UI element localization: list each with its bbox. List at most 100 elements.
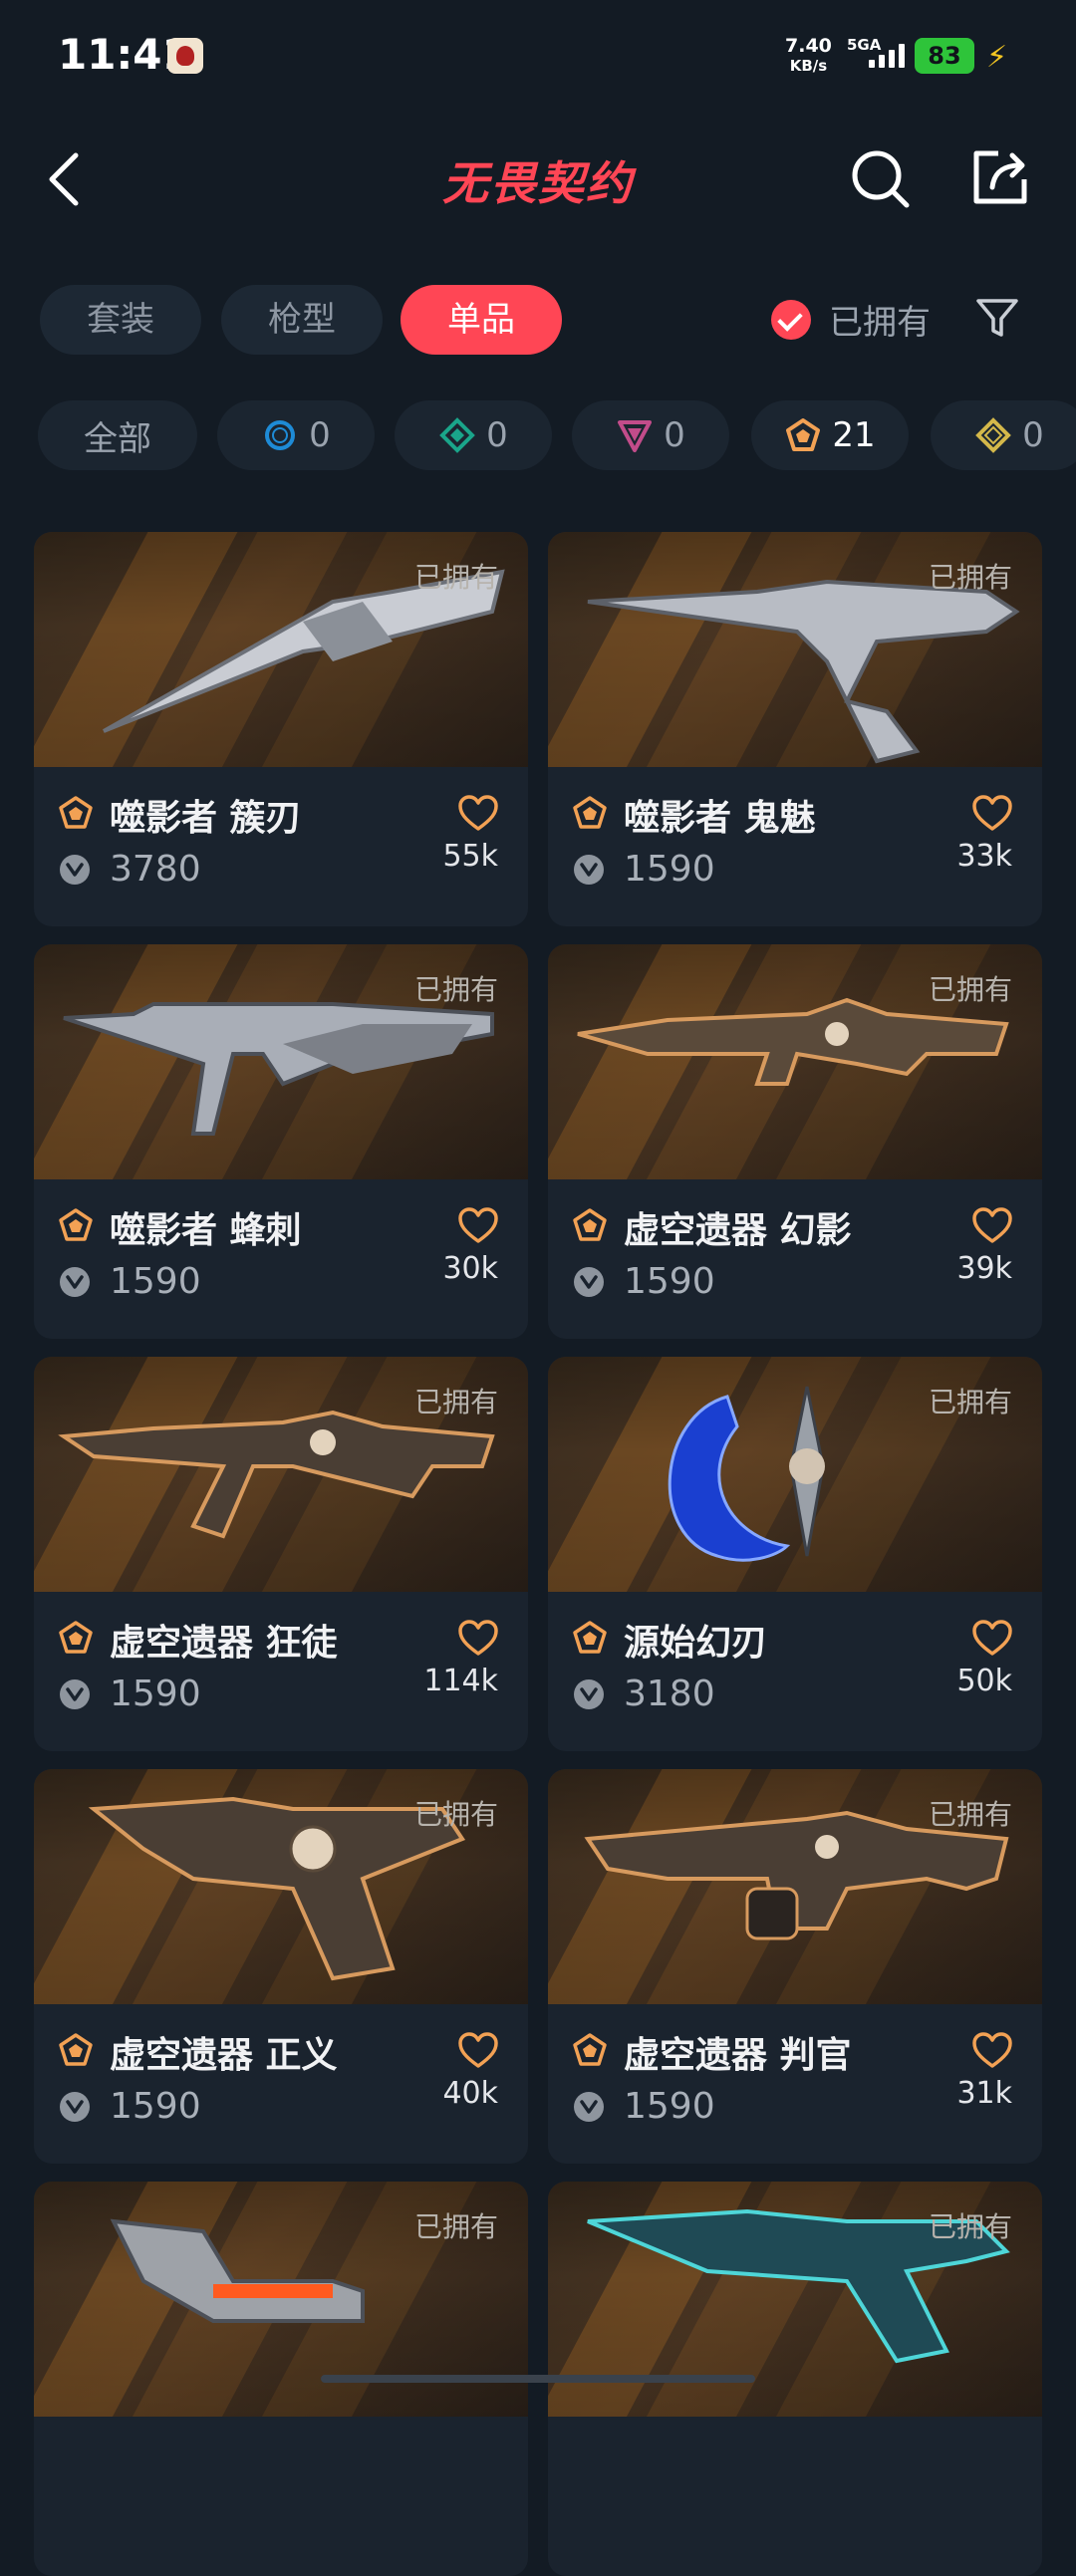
net-speed-unit: KB/s bbox=[789, 57, 828, 75]
exclusive-tier-icon bbox=[573, 796, 607, 829]
filter-button[interactable] bbox=[974, 295, 1020, 341]
signal-indicator: 5GA bbox=[847, 36, 905, 68]
vp-currency-icon bbox=[574, 1267, 604, 1297]
rarity-chip-all-label: 全部 bbox=[84, 418, 151, 459]
owned-tag: 已拥有 bbox=[928, 1386, 1012, 1418]
tab-weapon-type[interactable]: 枪型 bbox=[221, 285, 383, 355]
item-price: 1590 bbox=[110, 2086, 201, 2127]
item-artwork: 已拥有 bbox=[548, 944, 1042, 1179]
owned-tag: 已拥有 bbox=[928, 973, 1012, 1006]
item-price: 1590 bbox=[110, 1674, 201, 1714]
heart-icon[interactable] bbox=[458, 1207, 498, 1245]
rarity-count: 0 bbox=[664, 415, 685, 455]
item-artwork: 已拥有 bbox=[548, 1357, 1042, 1592]
share-button[interactable] bbox=[968, 145, 1032, 209]
heart-icon[interactable] bbox=[458, 2032, 498, 2070]
item-card[interactable]: 已拥有 虚空遗器 幻影 1590 39k bbox=[548, 944, 1042, 1339]
heart-icon[interactable] bbox=[458, 795, 498, 833]
deluxe-tier-icon bbox=[439, 417, 476, 453]
app-header: 无畏契约 bbox=[0, 120, 1076, 239]
heart-icon[interactable] bbox=[972, 1207, 1012, 1245]
item-likes: 33k bbox=[956, 839, 1012, 874]
owned-tag: 已拥有 bbox=[928, 561, 1012, 594]
net-speed: 7.40 KB/s bbox=[785, 36, 832, 76]
rarity-count: 21 bbox=[832, 415, 876, 455]
checkbox-checked-icon[interactable] bbox=[771, 299, 811, 340]
item-likes: 31k bbox=[956, 2076, 1012, 2111]
vp-currency-icon bbox=[574, 2092, 604, 2122]
item-price: 1590 bbox=[624, 849, 715, 890]
item-price: 1590 bbox=[110, 1261, 201, 1302]
exclusive-tier-icon bbox=[59, 1208, 93, 1241]
owned-tag: 已拥有 bbox=[413, 1386, 498, 1418]
item-card[interactable]: 已拥有 虚空遗器 正义 1590 40k bbox=[34, 1769, 528, 2164]
item-card[interactable]: 已拥有 虚空遗器 判官 1590 31k bbox=[548, 1769, 1042, 2164]
item-artwork: 已拥有 bbox=[34, 1769, 528, 2004]
rarity-chip-ultra[interactable]: 0 bbox=[931, 400, 1076, 470]
select-tier-icon bbox=[265, 420, 296, 450]
exclusive-tier-icon bbox=[573, 1208, 607, 1241]
item-price: 3180 bbox=[624, 1674, 715, 1714]
item-card[interactable]: 已拥有 虚空遗器 狂徒 1590 114k bbox=[34, 1357, 528, 1751]
exclusive-tier-icon bbox=[59, 796, 93, 829]
tab-bundles[interactable]: 套装 bbox=[40, 285, 201, 355]
item-name: 虚空遗器 狂徒 bbox=[110, 1623, 338, 1664]
rarity-chip-all[interactable]: 全部 bbox=[38, 400, 197, 470]
item-likes: 55k bbox=[442, 839, 498, 874]
item-name: 噬影者 鬼魅 bbox=[624, 798, 816, 839]
premium-tier-icon bbox=[618, 420, 653, 452]
ultra-tier-icon bbox=[975, 417, 1012, 453]
item-likes: 40k bbox=[442, 2076, 498, 2111]
exclusive-tier-icon bbox=[59, 1621, 93, 1654]
rarity-chip-select[interactable]: 0 bbox=[217, 400, 375, 470]
vp-currency-icon bbox=[60, 1267, 90, 1297]
page-title: 无畏契约 bbox=[442, 156, 634, 210]
heart-icon[interactable] bbox=[972, 2032, 1012, 2070]
home-indicator bbox=[321, 2375, 755, 2383]
filter-funnel-icon bbox=[976, 299, 1018, 337]
owned-filter-label: 已拥有 bbox=[829, 303, 931, 343]
rarity-count: 0 bbox=[309, 415, 331, 455]
item-name: 虚空遗器 正义 bbox=[110, 2035, 338, 2076]
item-name: 虚空遗器 判官 bbox=[624, 2035, 852, 2076]
vp-currency-icon bbox=[60, 855, 90, 885]
item-name: 噬影者 蜂刺 bbox=[110, 1210, 302, 1251]
owned-tag: 已拥有 bbox=[928, 2210, 1012, 2243]
rarity-chip-exclusive[interactable]: 21 bbox=[751, 400, 909, 470]
item-artwork: 已拥有 bbox=[34, 944, 528, 1179]
item-name: 噬影者 簇刃 bbox=[110, 798, 302, 839]
item-likes: 39k bbox=[956, 1251, 1012, 1286]
vp-currency-icon bbox=[60, 1679, 90, 1709]
item-price: 1590 bbox=[624, 1261, 715, 1302]
owned-tag: 已拥有 bbox=[413, 973, 498, 1006]
rarity-chip-premium[interactable]: 0 bbox=[572, 400, 729, 470]
heart-icon[interactable] bbox=[972, 1620, 1012, 1658]
item-artwork: 已拥有 bbox=[34, 1357, 528, 1592]
share-icon bbox=[973, 150, 1027, 204]
exclusive-tier-icon bbox=[573, 2033, 607, 2066]
item-card[interactable]: 已拥有 噬影者 簇刃 3780 55k bbox=[34, 532, 528, 926]
heart-icon[interactable] bbox=[972, 795, 1012, 833]
exclusive-tier-icon bbox=[59, 2033, 93, 2066]
signal-bars-icon bbox=[869, 44, 905, 68]
net-speed-value: 7.40 bbox=[785, 35, 832, 57]
app-notification-icon bbox=[167, 38, 203, 74]
item-card[interactable]: 已拥有 噬影者 蜂刺 1590 30k bbox=[34, 944, 528, 1339]
item-likes: 30k bbox=[442, 1251, 498, 1286]
item-likes: 114k bbox=[423, 1664, 498, 1698]
search-button[interactable] bbox=[849, 147, 913, 211]
owned-tag: 已拥有 bbox=[413, 561, 498, 594]
item-card[interactable]: 已拥有 源始幻刃 3180 50k bbox=[548, 1357, 1042, 1751]
heart-icon[interactable] bbox=[458, 1620, 498, 1658]
vp-currency-icon bbox=[574, 855, 604, 885]
tab-single-items[interactable]: 单品 bbox=[401, 285, 562, 355]
item-name: 源始幻刃 bbox=[624, 1623, 768, 1664]
owned-tag: 已拥有 bbox=[413, 1798, 498, 1831]
owned-filter-toggle[interactable]: 已拥有 bbox=[771, 295, 931, 344]
rarity-chip-deluxe[interactable]: 0 bbox=[395, 400, 552, 470]
item-card[interactable]: 已拥有 噬影者 鬼魅 1590 33k bbox=[548, 532, 1042, 926]
search-icon bbox=[852, 150, 910, 208]
rarity-count: 0 bbox=[486, 415, 508, 455]
exclusive-tier-icon bbox=[573, 1621, 607, 1654]
charging-icon: ⚡ bbox=[986, 40, 1008, 75]
